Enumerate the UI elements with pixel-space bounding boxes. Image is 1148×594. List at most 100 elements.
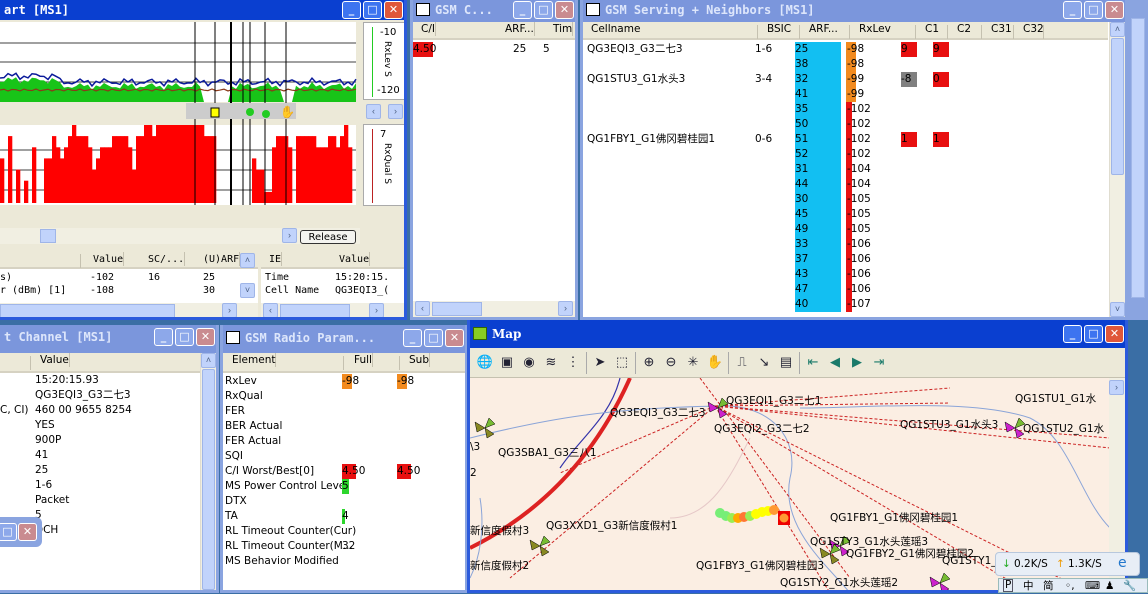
- close-button[interactable]: ✕: [1105, 1, 1124, 19]
- map-title-bar[interactable]: Map _ □ ✕: [470, 320, 1125, 348]
- cell-site-label[interactable]: QG3EQI3_G3二七3: [610, 406, 706, 421]
- wrench-icon[interactable]: 🔧: [1123, 579, 1136, 594]
- column-header[interactable]: Cellname: [591, 22, 640, 36]
- maximize-button[interactable]: □: [363, 1, 382, 19]
- zoom-in-icon[interactable]: ⊕: [640, 354, 658, 372]
- release-button[interactable]: Release: [300, 230, 356, 244]
- world-icon[interactable]: ◉: [520, 354, 538, 372]
- element-name: BER Actual: [225, 420, 283, 432]
- chart-title-bar[interactable]: art [MS1] _ □ ✕: [0, 0, 404, 20]
- next-icon[interactable]: ▶: [848, 354, 866, 372]
- full-extent-icon[interactable]: ✳: [684, 354, 702, 372]
- cell-site-label[interactable]: QG1FBY1_G1佛冈碧桂园1: [830, 511, 958, 526]
- arfcn: 30: [795, 192, 841, 207]
- minimize-button[interactable]: _: [1063, 1, 1082, 19]
- cell-site-icon: [707, 397, 729, 419]
- report-icon[interactable]: ▤: [777, 354, 795, 372]
- rxqual-bar: [32, 147, 37, 203]
- serving-title-bar[interactable]: GSM Serving + Neighbors [MS1] _ □ ✕: [583, 0, 1125, 20]
- close-button[interactable]: ✕: [384, 1, 403, 19]
- image-icon[interactable]: ▣: [498, 354, 516, 372]
- vscroll[interactable]: ˄ ˅: [1109, 22, 1125, 317]
- ie-icon[interactable]: e: [1118, 556, 1127, 571]
- vscroll[interactable]: ˄: [200, 353, 216, 590]
- minimize-button[interactable]: _: [1063, 325, 1082, 343]
- rxqual-bar: [68, 136, 73, 203]
- scroll-right-button[interactable]: ›: [388, 104, 403, 119]
- cell-site-label[interactable]: QG3EQI1_G3二七1: [726, 394, 822, 409]
- rxqual-bar: [344, 125, 349, 203]
- column-header[interactable]: C2: [957, 22, 971, 36]
- minimize-button[interactable]: _: [154, 328, 173, 346]
- cell-site-label[interactable]: 新信度假村3: [470, 524, 529, 539]
- prev-icon[interactable]: ◀: [826, 354, 844, 372]
- layers-icon[interactable]: ≋: [542, 354, 560, 372]
- select-icon[interactable]: ➤: [591, 354, 609, 372]
- cell-site-label[interactable]: 新信度假村2: [470, 559, 529, 574]
- legend-icon[interactable]: ⋮: [564, 354, 582, 372]
- zoom-out-icon[interactable]: ⊖: [662, 354, 680, 372]
- close-button[interactable]: ✕: [1105, 325, 1124, 343]
- user-icon[interactable]: ♟: [1105, 579, 1114, 594]
- cell-site-label[interactable]: QG1STU2_G1水: [1023, 422, 1104, 437]
- maximize-button[interactable]: □: [1084, 325, 1103, 343]
- cell-site-icon: [529, 535, 551, 557]
- cell-site-label[interactable]: QG3EQI2_G3二七2: [714, 422, 810, 437]
- table-icon: [416, 3, 430, 16]
- ci-title-bar[interactable]: GSM C... _ □ ✕: [413, 0, 575, 20]
- rxqual-bar: [104, 147, 109, 203]
- cell-site-label[interactable]: QG3SBA1_G3三八1: [498, 446, 597, 461]
- cell-site-label[interactable]: QG1STY2_G1水头莲瑶2: [780, 576, 898, 590]
- maximize-button[interactable]: □: [0, 523, 17, 541]
- last-icon[interactable]: ⇥: [870, 354, 888, 372]
- column-header[interactable]: ARF...: [809, 22, 838, 36]
- neighbor-link: [509, 405, 716, 579]
- scroll-left-button[interactable]: ‹: [366, 104, 381, 119]
- column-header[interactable]: C31: [991, 22, 1012, 36]
- cell-site-label[interactable]: QG1STU3_G1水头3: [900, 418, 998, 433]
- close-button[interactable]: ✕: [196, 328, 215, 346]
- cell-site-label[interactable]: QG3XXD1_G3新信度假村1: [546, 519, 677, 534]
- maximize-button[interactable]: □: [534, 1, 553, 19]
- cellname: QG3EQI3_G3二七3: [587, 43, 683, 55]
- maximize-button[interactable]: □: [175, 328, 194, 346]
- pan-icon[interactable]: ✋: [706, 354, 724, 372]
- cell-site-icon: [929, 572, 951, 590]
- ime-logo-icon[interactable]: P: [1003, 579, 1014, 592]
- rxqual-bar: [272, 147, 277, 203]
- rect-select-icon[interactable]: ⬚: [613, 354, 631, 372]
- ime-simplified[interactable]: 简: [1043, 579, 1054, 594]
- column-header[interactable]: RxLev: [859, 22, 891, 36]
- radio-title-bar[interactable]: GSM Radio Param... _ □ ✕: [223, 325, 465, 351]
- row-value: 460 00 9655 8254: [35, 404, 132, 416]
- globe-layer-icon[interactable]: 🌐: [476, 354, 494, 372]
- close-button[interactable]: ✕: [18, 523, 37, 541]
- column-header[interactable]: C1: [925, 22, 939, 36]
- minimize-button[interactable]: _: [513, 1, 532, 19]
- cell-site-label[interactable]: \3: [470, 440, 480, 455]
- hscroll[interactable]: ‹ ›: [261, 303, 404, 317]
- minimize-button[interactable]: _: [342, 1, 361, 19]
- c2: 1: [933, 132, 949, 147]
- column-header[interactable]: BSIC: [767, 22, 791, 36]
- hscroll[interactable]: ›: [0, 303, 258, 317]
- close-button[interactable]: ✕: [445, 329, 464, 347]
- arrow-icon[interactable]: ↘: [755, 354, 773, 372]
- column-header[interactable]: C32: [1023, 22, 1044, 36]
- punctuation-icon[interactable]: ◦,: [1065, 579, 1075, 594]
- cell-site-label[interactable]: QG1FBY3_G1佛冈碧桂园3: [696, 559, 824, 574]
- cell-site-label[interactable]: 2: [470, 466, 477, 481]
- maximize-button[interactable]: □: [424, 329, 443, 347]
- rxqual-bar: [308, 136, 313, 203]
- close-button[interactable]: ✕: [555, 1, 574, 19]
- first-icon[interactable]: ⇤: [804, 354, 822, 372]
- measure-icon[interactable]: ⎍: [733, 354, 751, 372]
- rxqual-bar: [96, 158, 101, 203]
- ime-chinese[interactable]: 中: [1023, 579, 1034, 594]
- hscroll[interactable]: ‹ ›: [413, 301, 575, 317]
- maximize-button[interactable]: □: [1084, 1, 1103, 19]
- cell-site-label[interactable]: QG1STU1_G1水: [1015, 392, 1096, 407]
- keyboard-icon[interactable]: ⌨: [1085, 579, 1100, 594]
- channel-title-bar[interactable]: t Channel [MS1] _ □ ✕: [0, 325, 216, 349]
- minimize-button[interactable]: _: [403, 329, 422, 347]
